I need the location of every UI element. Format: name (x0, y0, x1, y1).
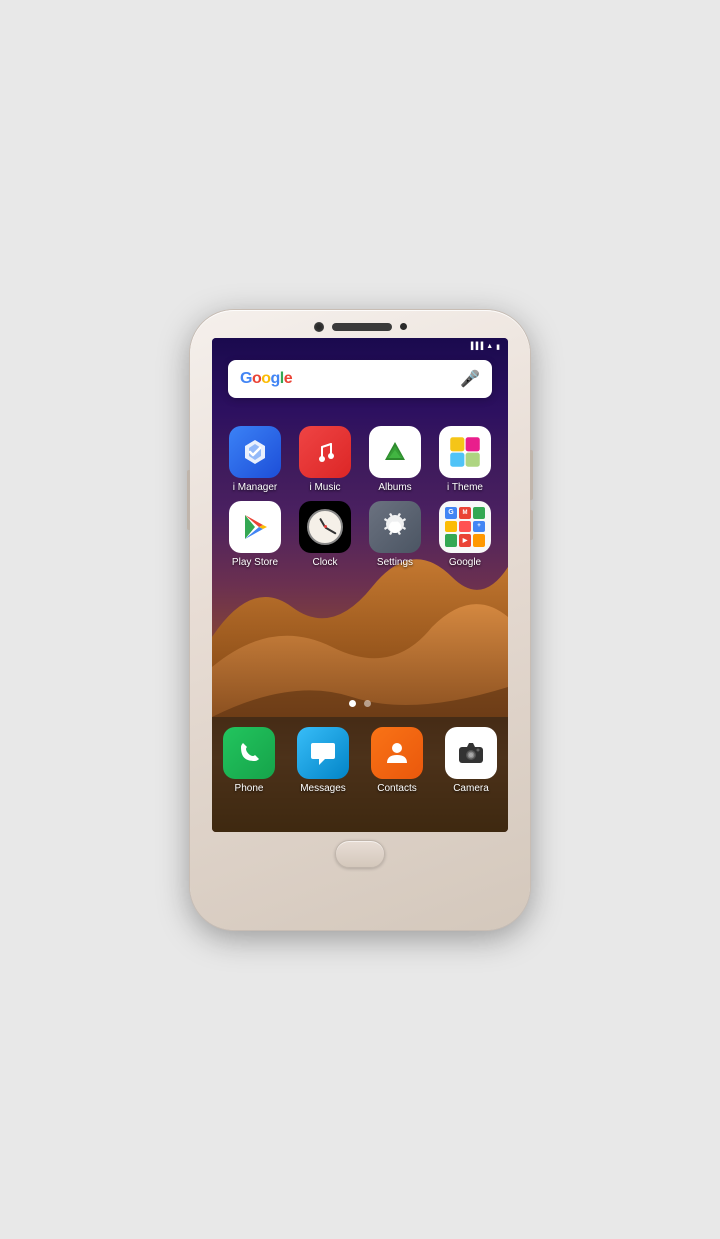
messages-label: Messages (300, 783, 346, 794)
imanager-label: i Manager (233, 482, 277, 493)
google-folder-label: Google (449, 557, 481, 568)
signal-icon: ▐▐▐ (468, 343, 483, 350)
volume-up-button[interactable] (187, 470, 190, 530)
phone-device: ▐▐▐ ▲ ▮ Google 🎤 (190, 310, 530, 930)
contacts-icon (371, 727, 423, 779)
home-button[interactable] (335, 840, 385, 868)
wifi-icon: ▲ (486, 343, 493, 350)
screen: ▐▐▐ ▲ ▮ Google 🎤 (212, 338, 508, 832)
camera-icon (445, 727, 497, 779)
imusic-label: i Music (309, 482, 340, 493)
clock-label: Clock (312, 557, 337, 568)
front-camera (314, 322, 324, 332)
status-bar: ▐▐▐ ▲ ▮ (212, 338, 508, 356)
app-item-google[interactable]: G M + ▶ Google (434, 501, 496, 568)
playstore-icon (229, 501, 281, 553)
settings-icon (369, 501, 421, 553)
volume-down-button[interactable] (530, 510, 533, 540)
mic-icon[interactable]: 🎤 (460, 369, 480, 389)
itheme-icon (439, 426, 491, 478)
dock-item-phone[interactable]: Phone (223, 727, 275, 794)
dock-item-camera[interactable]: Camera (445, 727, 497, 794)
proximity-sensor (400, 323, 407, 330)
google-search-bar[interactable]: Google 🎤 (228, 360, 492, 398)
clock-icon (299, 501, 351, 553)
power-button[interactable] (530, 450, 533, 500)
itheme-label: i Theme (447, 482, 483, 493)
albums-label: Albums (378, 482, 411, 493)
app-item-imusic[interactable]: i Music (294, 426, 356, 493)
google-logo: Google (240, 370, 292, 388)
dock-item-messages[interactable]: Messages (297, 727, 349, 794)
albums-icon (369, 426, 421, 478)
contacts-label: Contacts (377, 783, 416, 794)
app-item-imanager[interactable]: i Manager (224, 426, 286, 493)
playstore-label: Play Store (232, 557, 278, 568)
page-dots (212, 700, 508, 707)
settings-label: Settings (377, 557, 413, 568)
phone-top (190, 310, 530, 338)
camera-label: Camera (453, 783, 489, 794)
app-item-albums[interactable]: Albums (364, 426, 426, 493)
battery-icon: ▮ (496, 343, 500, 351)
app-item-itheme[interactable]: i Theme (434, 426, 496, 493)
status-icons: ▐▐▐ ▲ ▮ (468, 343, 500, 351)
google-folder-icon: G M + ▶ (439, 501, 491, 553)
phone-icon (223, 727, 275, 779)
phone-label: Phone (235, 783, 264, 794)
phone-bottom (335, 832, 385, 876)
imanager-icon (229, 426, 281, 478)
app-item-settings[interactable]: Settings (364, 501, 426, 568)
app-item-clock[interactable]: Clock (294, 501, 356, 568)
dock-item-contacts[interactable]: Contacts (371, 727, 423, 794)
dock: Phone Messages Contac (212, 717, 508, 832)
messages-icon (297, 727, 349, 779)
page-dot-1 (349, 700, 356, 707)
app-item-playstore[interactable]: Play Store (224, 501, 286, 568)
page-dot-2 (364, 700, 371, 707)
app-grid-main: i Manager i Music (212, 418, 508, 576)
imusic-icon (299, 426, 351, 478)
earpiece (332, 323, 392, 331)
sensor-row (314, 322, 407, 332)
